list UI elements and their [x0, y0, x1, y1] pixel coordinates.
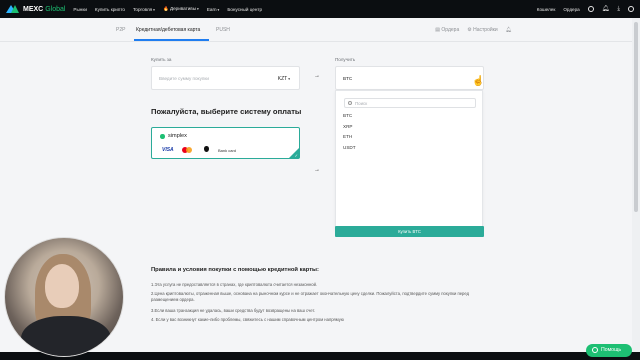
nav-trade[interactable]: Торговля▾ [133, 7, 155, 12]
currency-dropdown: Поиск BTC XRP ETH USDT [335, 90, 483, 230]
gear-icon: ⚙ [467, 27, 472, 33]
fire-icon: 🔥 [162, 6, 169, 11]
mexc-logo[interactable]: MEXC Global [6, 5, 65, 13]
chevron-down-icon: ▾ [153, 7, 155, 12]
chevron-down-icon: ▾ [197, 7, 199, 11]
nav-derivatives[interactable]: 🔥 Деривативы▾ [163, 6, 199, 12]
orders-link[interactable]: Ордера [563, 7, 579, 12]
document-icon: ▤ [435, 27, 441, 33]
chevron-down-icon: ▾ [217, 7, 220, 12]
terms-title: Правила и условия покупки с помощью кред… [151, 267, 319, 273]
term-item-3: 3.Если ваша транзакция не удалась, ваши … [151, 308, 316, 313]
search-icon [348, 101, 352, 105]
orders-subnav-link[interactable]: ▤ Ордера [435, 27, 459, 33]
receive-label: Получить [335, 57, 356, 62]
bell-icon[interactable]: 🔔︎ [602, 6, 610, 12]
logo-mark-icon [6, 5, 20, 13]
nav-markets[interactable]: Рынки [73, 7, 86, 12]
tab-credit-debit-card[interactable]: Кредитная/дебетовая карта [136, 27, 200, 33]
nav-buy-crypto[interactable]: Купить крипто [95, 7, 125, 12]
sub-nav-right: ▤ Ордера ⚙ Настройки 🔔︎ [435, 27, 512, 33]
presenter-face [45, 264, 79, 308]
tab-push[interactable]: PUSH [216, 27, 230, 33]
check-icon: ✓ [294, 153, 298, 158]
receive-currency-value: BTC [343, 76, 353, 81]
top-navigation-bar: MEXC Global Рынки Купить крипто Торговля… [0, 0, 640, 18]
wallet-link[interactable]: Кошелек [537, 7, 556, 12]
visa-logo: VISA [162, 147, 174, 153]
arrow-right-icon: → [314, 73, 320, 79]
main-nav: Рынки Купить крипто Торговля▾ 🔥 Деривати… [73, 6, 262, 12]
apple-pay-icon [204, 146, 209, 152]
page-scrollbar[interactable] [632, 18, 640, 352]
user-icon[interactable] [587, 6, 594, 12]
arrow-right-icon-2: → [314, 167, 320, 173]
hand-cursor-icon: ☝ [472, 76, 485, 87]
help-button[interactable]: Помощь [586, 344, 632, 357]
logo-text: MEXC Global [23, 5, 66, 13]
spend-placeholder: Введите сумму покупки [159, 76, 209, 81]
presenter-body [21, 316, 111, 356]
settings-subnav-link[interactable]: ⚙ Настройки [467, 27, 497, 33]
spend-label: Купить за [151, 57, 172, 62]
dropdown-option-xrp[interactable]: XRP [343, 124, 352, 129]
receive-currency-select[interactable]: BTC [335, 66, 484, 90]
nav-bonus-center[interactable]: Бонусный центр [227, 7, 262, 12]
dropdown-search-placeholder: Поиск [355, 101, 368, 106]
chevron-down-icon: ▾ [288, 77, 290, 81]
payment-option-simplex[interactable]: simplex VISA Bank card ✓ [151, 127, 300, 159]
sub-navigation: P2P Кредитная/дебетовая карта PUSH ▤ Орд… [0, 18, 632, 42]
header-right: Кошелек Ордера 🔔︎ ⤓ [537, 6, 634, 12]
term-item-4: 4. Если у вас возникнут какие-либо пробл… [151, 317, 344, 322]
scrollbar-thumb[interactable] [634, 22, 638, 212]
dropdown-option-usdt[interactable]: USDT [343, 145, 356, 150]
dropdown-option-eth[interactable]: ETH [343, 134, 352, 139]
notification-bell-icon[interactable]: 🔔︎ [506, 27, 512, 33]
spend-amount-input[interactable]: Введите сумму покупки KZT▾ [151, 66, 300, 90]
buy-btc-button[interactable]: Купить BTC [335, 226, 484, 237]
dropdown-search-input[interactable]: Поиск [344, 98, 476, 108]
bank-card-label: Bank card [218, 148, 237, 153]
status-dot-icon [160, 134, 165, 139]
dropdown-option-btc[interactable]: BTC [343, 113, 352, 118]
spend-currency-select[interactable]: KZT▾ [278, 76, 290, 82]
active-tab-indicator [134, 39, 209, 41]
provider-name: simplex [168, 133, 187, 139]
mastercard-icon [182, 147, 192, 153]
webcam-overlay [4, 237, 124, 357]
term-item-1: 1.Эта услуга не предоставляется в страна… [151, 282, 318, 287]
download-icon[interactable]: ⤓ [617, 6, 620, 12]
nav-earn[interactable]: Earn▾ [207, 7, 220, 12]
globe-icon[interactable] [628, 6, 634, 12]
chat-icon [592, 347, 598, 353]
tab-p2p[interactable]: P2P [116, 27, 125, 33]
payment-section-title: Пожалуйста, выберите систему оплаты [151, 107, 302, 116]
term-item-2: 2.Цена криптовалюты, отраженная выше, ос… [151, 291, 470, 303]
